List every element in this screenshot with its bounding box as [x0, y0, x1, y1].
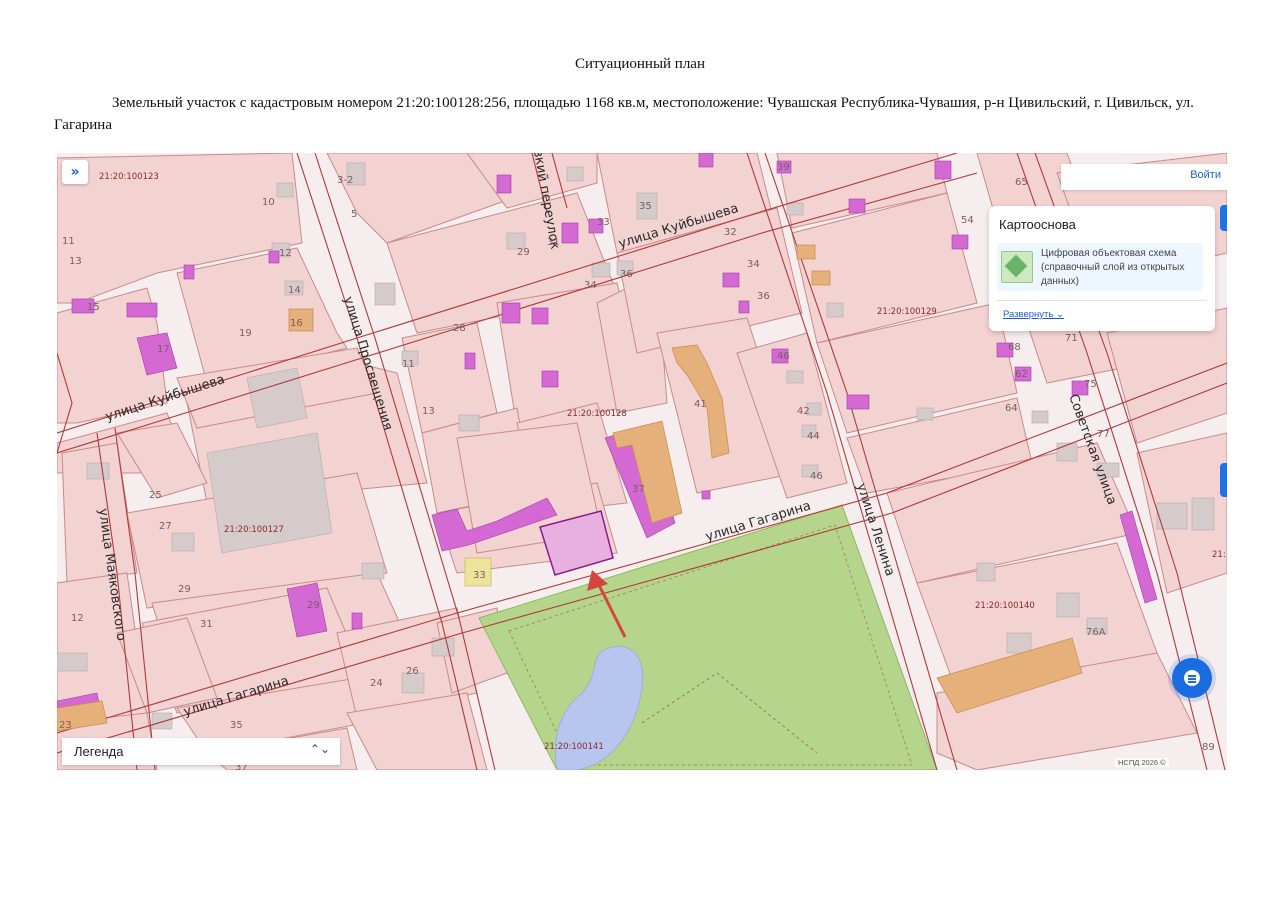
house-number: 25	[149, 490, 162, 501]
cadastral-label: 21:20:100141	[544, 742, 604, 752]
house-number: 12	[71, 613, 84, 624]
house-number: 36	[620, 269, 633, 280]
house-number: 26	[406, 666, 419, 677]
house-number: 33	[597, 217, 610, 228]
house-number: 19	[239, 328, 252, 339]
house-number: 29	[178, 584, 191, 595]
chat-icon	[1184, 670, 1200, 686]
house-number: 10	[262, 197, 275, 208]
house-number: 32	[724, 227, 737, 238]
map-viewport[interactable]: 21:20:100123 21:20:100128 21:20:100127 2…	[57, 153, 1227, 770]
expand-layers-link[interactable]: Развернуть ⌄	[1003, 309, 1064, 320]
house-number: 46	[810, 471, 823, 482]
cadastral-label: 21:20:100128	[567, 409, 627, 419]
house-number: 39	[777, 162, 790, 173]
cadastral-label: 21:	[1212, 550, 1226, 560]
house-number: 75	[1084, 379, 1097, 390]
legend-dropdown[interactable]: Легенда ⌃⌄	[62, 738, 340, 765]
house-number: 44	[807, 431, 820, 442]
house-number: 11	[402, 359, 415, 370]
house-number: 15	[87, 302, 100, 313]
side-tab-middle[interactable]	[1220, 463, 1227, 497]
house-number: 46	[777, 351, 790, 362]
house-number: 41	[694, 399, 707, 410]
house-number: 16	[290, 318, 303, 329]
cadastral-label: 21:20:100129	[877, 307, 937, 317]
house-number: 3-2	[337, 175, 353, 186]
house-number: 5	[351, 209, 357, 220]
house-number: 29	[517, 247, 530, 258]
document-title: Ситуационный план	[574, 56, 705, 72]
side-tab-top[interactable]	[1220, 205, 1227, 231]
house-number: 54	[961, 215, 974, 226]
divider	[997, 300, 1207, 301]
map-attribution: НСПД 2026 ©	[1115, 758, 1169, 767]
house-number: 24	[370, 678, 383, 689]
basemap-panel-title: Картооснова	[999, 217, 1076, 232]
house-number: 13	[69, 256, 82, 267]
top-bar: Войти	[1061, 164, 1227, 190]
house-number: 17	[157, 344, 170, 355]
house-number: 64	[1005, 403, 1018, 414]
house-number: 36	[757, 291, 770, 302]
cadastral-label: 21:20:100127	[224, 525, 284, 535]
house-number: 62	[1015, 369, 1028, 380]
house-number: 71	[1065, 333, 1078, 344]
house-number: 77	[1097, 429, 1110, 440]
house-number: 68	[1008, 342, 1021, 353]
expand-panel-button[interactable]: »	[62, 160, 88, 184]
house-number: 89	[1202, 742, 1215, 753]
house-number: 33	[473, 570, 486, 581]
house-number: 35	[230, 720, 243, 731]
house-number: 28	[453, 323, 466, 334]
house-number: 35	[639, 201, 652, 212]
house-number: 34	[584, 280, 597, 291]
legend-label: Легенда	[74, 744, 124, 759]
cadastral-label: 21:20:100140	[975, 601, 1035, 611]
cadastral-label: 21:20:100123	[99, 172, 159, 182]
house-number: 13	[422, 406, 435, 417]
house-number: 12	[279, 248, 292, 259]
basemap-panel: Картооснова Цифровая объектовая схема (с…	[989, 206, 1215, 331]
chat-button[interactable]	[1172, 658, 1212, 698]
chevron-updown-icon: ⌃⌄	[309, 742, 330, 756]
house-number: 31	[200, 619, 213, 630]
basemap-layer-item[interactable]: Цифровая объектовая схема (справочный сл…	[997, 243, 1203, 291]
login-link[interactable]: Войти	[1190, 169, 1221, 181]
parcel-description: Земельный участок с кадастровым номером …	[54, 95, 1194, 133]
house-number: 11	[62, 236, 75, 247]
map-layer-icon	[1001, 251, 1033, 283]
house-number: 27	[159, 521, 172, 532]
house-number: 76А	[1086, 627, 1106, 638]
house-number: 14	[288, 285, 301, 296]
house-number: 42	[797, 406, 810, 417]
house-number: 34	[747, 259, 760, 270]
house-number: 65	[1015, 177, 1028, 188]
house-number: 37	[632, 484, 645, 495]
house-number: 23	[59, 720, 72, 731]
basemap-layer-name: Цифровая объектовая схема (справочный сл…	[1041, 248, 1185, 287]
house-number: 29	[307, 600, 320, 611]
house-number: 31	[547, 237, 560, 248]
